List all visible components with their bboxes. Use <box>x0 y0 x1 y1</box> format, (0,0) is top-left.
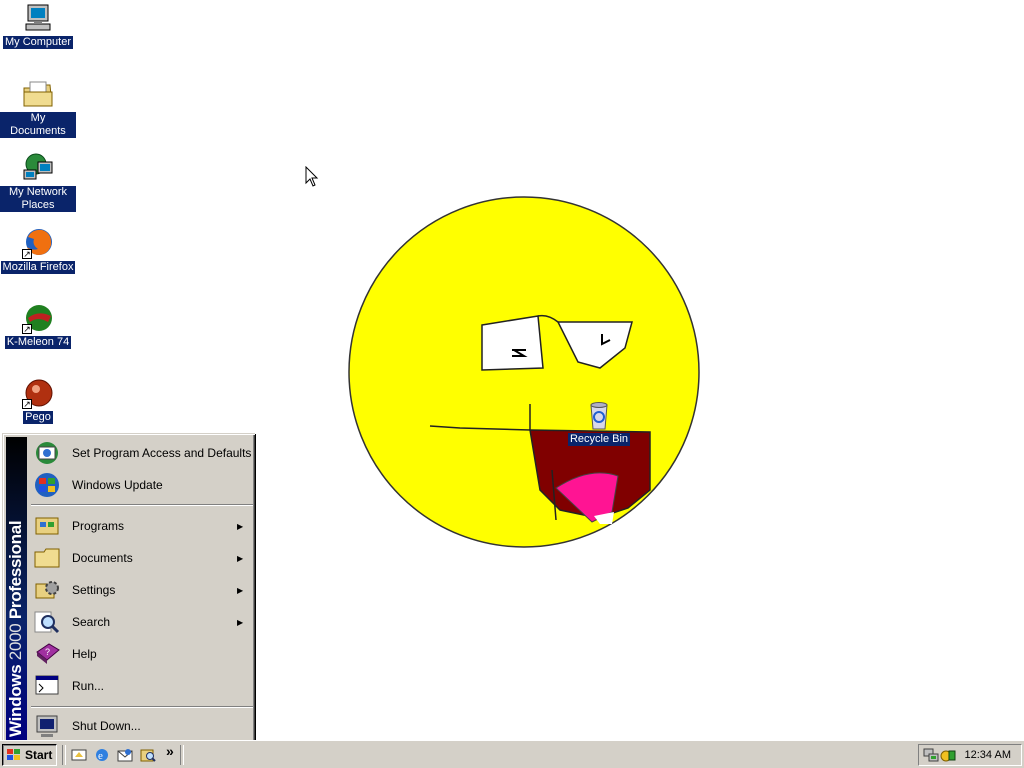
menu-separator <box>31 504 253 506</box>
mouse-cursor-icon <box>305 166 319 187</box>
menu-item-set-program-access[interactable]: Set Program Access and Defaults <box>29 438 253 468</box>
start-label: Start <box>25 748 53 762</box>
outlook-express-icon[interactable] <box>117 747 133 763</box>
banner-edition: Professional <box>6 520 25 620</box>
pego-icon: ↗ <box>22 377 54 409</box>
documents-folder-icon <box>33 544 61 572</box>
start-button[interactable]: Start <box>2 744 57 766</box>
shortcut-arrow-icon: ↗ <box>22 249 32 259</box>
banner-version: 2000 <box>6 623 25 661</box>
submenu-arrow-icon: ▶ <box>237 617 244 627</box>
windows-explorer-icon[interactable] <box>140 747 156 763</box>
menu-item-shut-down[interactable]: Shut Down... <box>29 711 253 741</box>
security-tray-icon[interactable] <box>940 747 956 763</box>
submenu-arrow-icon: ▶ <box>237 521 244 531</box>
desktop-icon-my-network-places[interactable]: My Network Places <box>0 152 76 212</box>
desktop-icon-my-documents[interactable]: My Documents <box>0 78 76 138</box>
network-tray-icon[interactable] <box>923 747 939 763</box>
menu-item-help[interactable]: ? Help <box>29 639 253 669</box>
menu-item-settings[interactable]: Settings ▶ <box>29 575 253 605</box>
desktop-icon-k-meleon[interactable]: ↗ K-Meleon 74 <box>0 302 76 349</box>
taskbar-divider <box>180 745 184 765</box>
start-menu: Windows 2000 Professional Set Program Ac… <box>2 433 255 744</box>
menu-item-documents[interactable]: Documents ▶ <box>29 543 253 573</box>
smiley-left-eye <box>481 315 544 371</box>
shortcut-arrow-icon: ↗ <box>22 399 32 409</box>
computer-icon <box>22 2 54 34</box>
start-menu-banner: Windows 2000 Professional <box>6 437 27 741</box>
svg-text:?: ? <box>45 647 50 657</box>
taskbar: Start e » 12:34 AM <box>0 740 1024 768</box>
show-desktop-icon[interactable] <box>71 747 87 763</box>
smiley-face <box>348 196 700 548</box>
windows-update-icon <box>33 471 61 499</box>
desktop-icon-my-computer[interactable]: My Computer <box>0 2 76 49</box>
programs-icon <box>33 512 61 540</box>
run-icon <box>33 672 61 700</box>
desktop-icon-mozilla-firefox[interactable]: ↗ Mozilla Firefox <box>0 227 76 274</box>
recycle-bin-icon <box>583 399 615 431</box>
quick-launch-more-button[interactable]: » <box>166 743 174 759</box>
menu-item-run[interactable]: Run... <box>29 671 253 701</box>
program-access-icon <box>33 439 61 467</box>
desktop-icon-recycle-bin[interactable]: Recycle Bin <box>561 399 637 446</box>
submenu-arrow-icon: ▶ <box>237 585 244 595</box>
windows-flag-icon <box>6 748 22 762</box>
documents-folder-icon <box>22 78 54 110</box>
desktop-icon-pego[interactable]: ↗ Pego <box>0 377 76 424</box>
menu-item-search[interactable]: Search ▶ <box>29 607 253 637</box>
taskbar-divider <box>62 745 66 765</box>
search-icon <box>33 608 61 636</box>
firefox-icon: ↗ <box>22 227 54 259</box>
menu-item-windows-update[interactable]: Windows Update <box>29 470 253 500</box>
settings-icon <box>33 576 61 604</box>
banner-windows: Windows <box>6 664 25 737</box>
shortcut-arrow-icon: ↗ <box>22 324 32 334</box>
k-meleon-icon: ↗ <box>22 302 54 334</box>
menu-item-programs[interactable]: Programs ▶ <box>29 511 253 541</box>
clock[interactable]: 12:34 AM <box>965 749 1011 761</box>
system-tray: 12:34 AM <box>918 744 1022 766</box>
submenu-arrow-icon: ▶ <box>237 553 244 563</box>
internet-explorer-icon[interactable]: e <box>94 747 110 763</box>
shutdown-icon <box>33 712 61 740</box>
svg-text:e: e <box>98 750 103 762</box>
menu-separator <box>31 706 253 708</box>
network-places-icon <box>22 152 54 184</box>
help-book-icon: ? <box>33 640 61 668</box>
